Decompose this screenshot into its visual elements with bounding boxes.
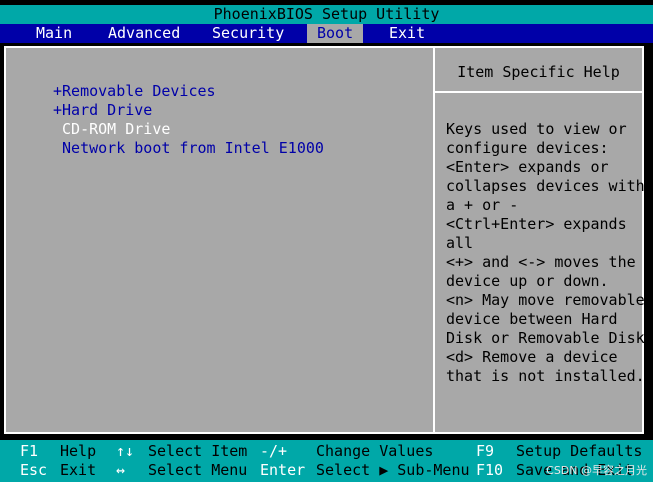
tab-exit[interactable]: Exit xyxy=(379,24,435,43)
help-key-desc: Help xyxy=(60,442,97,460)
tab-main[interactable]: Main xyxy=(26,24,82,43)
select-submenu-desc: Select ▶ Sub-Menu xyxy=(316,461,470,479)
help-text: Keys used to view or configure devices: … xyxy=(446,120,645,385)
f9-key: F9 xyxy=(476,442,495,460)
boot-item-removable-devices[interactable]: +Removable Devices xyxy=(53,82,324,101)
select-menu-desc: Select Menu xyxy=(148,461,248,479)
setup-panel: +Removable Devices +Hard Drive CD-ROM Dr… xyxy=(4,46,645,434)
enter-key: Enter xyxy=(260,461,306,479)
watermark: CSDN @早容之月光 xyxy=(546,464,647,477)
key-legend: F1 Help ↑↓ Select Item -/+ Change Values… xyxy=(0,440,653,482)
help-title: Item Specific Help xyxy=(457,63,620,81)
f1-key: F1 xyxy=(20,442,39,460)
select-item-desc: Select Item xyxy=(148,442,248,460)
window-title: PhoenixBIOS Setup Utility xyxy=(0,5,653,24)
change-values-desc: Change Values xyxy=(316,442,434,460)
tab-security[interactable]: Security xyxy=(202,24,294,43)
menu-bar: Main Advanced Security Boot Exit xyxy=(0,24,653,43)
tab-boot[interactable]: Boot xyxy=(307,24,364,43)
setup-defaults-desc: Setup Defaults xyxy=(516,442,643,460)
f10-key: F10 xyxy=(476,461,504,479)
esc-key: Esc xyxy=(20,461,48,479)
boot-item-network-boot[interactable]: Network boot from Intel E1000 xyxy=(53,139,324,158)
help-divider xyxy=(435,91,642,93)
boot-item-hard-drive[interactable]: +Hard Drive xyxy=(53,101,324,120)
boot-priority-list: +Removable Devices +Hard Drive CD-ROM Dr… xyxy=(53,82,324,158)
panel-divider xyxy=(433,48,435,432)
tab-advanced[interactable]: Advanced xyxy=(98,24,190,43)
exit-key-desc: Exit xyxy=(60,461,97,479)
key-legend-row-1: F1 Help ↑↓ Select Item -/+ Change Values… xyxy=(0,442,653,461)
arrows-leftright-icon: ↔ xyxy=(116,461,126,479)
boot-item-cdrom-drive[interactable]: CD-ROM Drive xyxy=(53,120,324,139)
arrows-updown-icon: ↑↓ xyxy=(116,442,135,460)
minus-plus-key: -/+ xyxy=(260,442,288,460)
